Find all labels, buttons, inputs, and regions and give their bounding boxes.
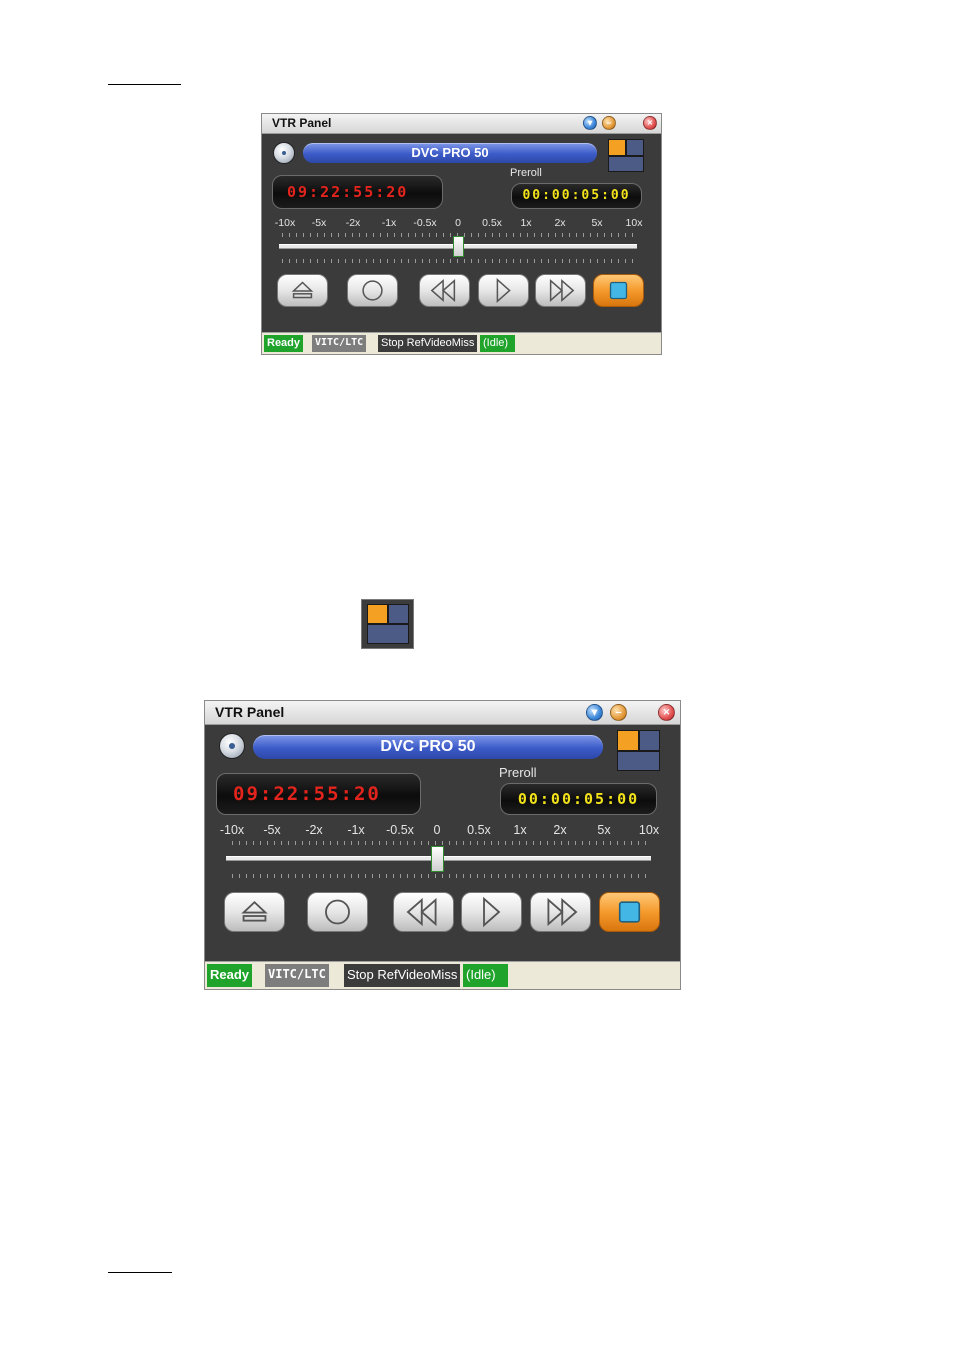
status-ready: Ready xyxy=(207,964,253,987)
speed-label: -10x xyxy=(274,217,296,229)
play-button[interactable] xyxy=(461,892,522,932)
status-tc-source: VITC/LTC xyxy=(312,335,367,352)
stop-icon xyxy=(618,901,641,923)
speed-scale-labels: -10x -5x -2x -1x -0.5x 0 0.5x 1x 2x 5x 1… xyxy=(262,217,661,231)
window-title: VTR Panel xyxy=(215,704,285,720)
record-button[interactable] xyxy=(347,274,398,307)
speed-label: -5x xyxy=(263,823,281,837)
speed-label: -0.5x xyxy=(413,217,437,229)
eject-button[interactable] xyxy=(277,274,328,307)
speed-ticks-bottom xyxy=(282,259,638,263)
speed-label: -1x xyxy=(381,217,397,229)
eject-icon xyxy=(291,281,314,299)
stop-button[interactable] xyxy=(599,892,660,932)
speed-label: -2x xyxy=(345,217,361,229)
footer-rule xyxy=(108,1272,172,1273)
record-icon xyxy=(325,899,350,925)
speed-label: 2x xyxy=(554,217,566,229)
speed-label: 10x xyxy=(625,217,643,229)
preroll-value[interactable]: 00:00:05:00 xyxy=(511,183,642,209)
stop-icon xyxy=(609,281,628,300)
timecode-display: 09:22:55:20 xyxy=(272,175,443,209)
status-state: (Idle) xyxy=(480,335,515,352)
speed-label: 2x xyxy=(553,823,567,837)
vtr-panel-small: VTR Panel ▾ – × DVC PRO 50 09:22:55:20 P… xyxy=(261,113,662,355)
rewind-button[interactable] xyxy=(393,892,454,932)
header-rule xyxy=(108,84,181,85)
fast-forward-button[interactable] xyxy=(535,274,586,307)
device-name-bar[interactable]: DVC PRO 50 xyxy=(303,143,597,163)
speed-label: -0.5x xyxy=(386,823,414,837)
speed-label: 0.5x xyxy=(482,217,502,229)
disc-icon[interactable] xyxy=(219,733,245,759)
fast-forward-icon xyxy=(549,278,575,303)
speed-label: 0 xyxy=(455,217,461,229)
stop-button[interactable] xyxy=(593,274,644,307)
preroll-label: Preroll xyxy=(510,167,542,179)
rewind-button[interactable] xyxy=(419,274,470,307)
speed-label: 5x xyxy=(591,217,603,229)
speed-label: 0 xyxy=(433,823,441,837)
speed-label: 5x xyxy=(597,823,611,837)
play-icon xyxy=(496,278,511,303)
layout-toggle-icon[interactable] xyxy=(617,730,662,773)
speed-label: -10x xyxy=(219,823,245,837)
speed-label: 1x xyxy=(513,823,527,837)
close-icon[interactable]: × xyxy=(643,116,657,130)
speed-label: -1x xyxy=(347,823,365,837)
help-icon[interactable]: ▾ xyxy=(583,116,597,130)
title-bar: VTR Panel ▾ – × xyxy=(205,701,680,725)
status-bar: Ready VITC/LTC Stop RefVideoMiss (Idle) xyxy=(262,332,661,354)
status-state: (Idle) xyxy=(463,964,508,987)
eject-icon xyxy=(241,900,268,922)
disc-icon[interactable] xyxy=(273,142,295,164)
fast-forward-icon xyxy=(547,897,578,927)
eject-button[interactable] xyxy=(224,892,285,932)
preroll-value[interactable]: 00:00:05:00 xyxy=(500,783,657,815)
layout-toggle-icon[interactable] xyxy=(608,139,646,174)
timecode-display: 09:22:55:20 xyxy=(216,773,421,815)
minimize-icon[interactable]: – xyxy=(602,116,616,130)
help-icon[interactable]: ▾ xyxy=(586,704,603,721)
rewind-icon xyxy=(430,278,456,303)
play-button[interactable] xyxy=(478,274,529,307)
preroll-label: Preroll xyxy=(499,765,537,780)
speed-slider-thumb[interactable] xyxy=(431,846,444,872)
speed-scale-labels: -10x -5x -2x -1x -0.5x 0 0.5x 1x 2x 5x 1… xyxy=(205,823,680,839)
layout-toggle-icon xyxy=(361,599,414,649)
record-button[interactable] xyxy=(307,892,368,932)
speed-slider-thumb[interactable] xyxy=(453,236,464,257)
vtr-panel-large: VTR Panel ▾ – × DVC PRO 50 09:22:55:20 P… xyxy=(204,700,681,990)
fast-forward-button[interactable] xyxy=(530,892,591,932)
status-tc-source: VITC/LTC xyxy=(265,964,329,987)
speed-label: 10x xyxy=(638,823,660,837)
status-message: Stop RefVideoMiss xyxy=(378,335,478,352)
status-ready: Ready xyxy=(264,335,304,352)
rewind-icon xyxy=(406,897,437,927)
device-name-bar[interactable]: DVC PRO 50 xyxy=(253,735,603,759)
speed-label: 0.5x xyxy=(467,823,491,837)
speed-label: 1x xyxy=(520,217,532,229)
record-icon xyxy=(362,280,383,301)
speed-label: -2x xyxy=(305,823,323,837)
status-message: Stop RefVideoMiss xyxy=(344,964,461,987)
close-icon[interactable]: × xyxy=(658,704,675,721)
status-bar: Ready VITC/LTC Stop RefVideoMiss (Idle) xyxy=(205,961,680,989)
play-icon xyxy=(483,896,501,928)
window-title: VTR Panel xyxy=(272,116,332,130)
speed-ticks-bottom xyxy=(232,874,648,878)
minimize-icon[interactable]: – xyxy=(610,704,627,721)
speed-ticks-top xyxy=(232,841,648,845)
title-bar: VTR Panel ▾ – × xyxy=(262,114,661,134)
speed-label: -5x xyxy=(311,217,327,229)
